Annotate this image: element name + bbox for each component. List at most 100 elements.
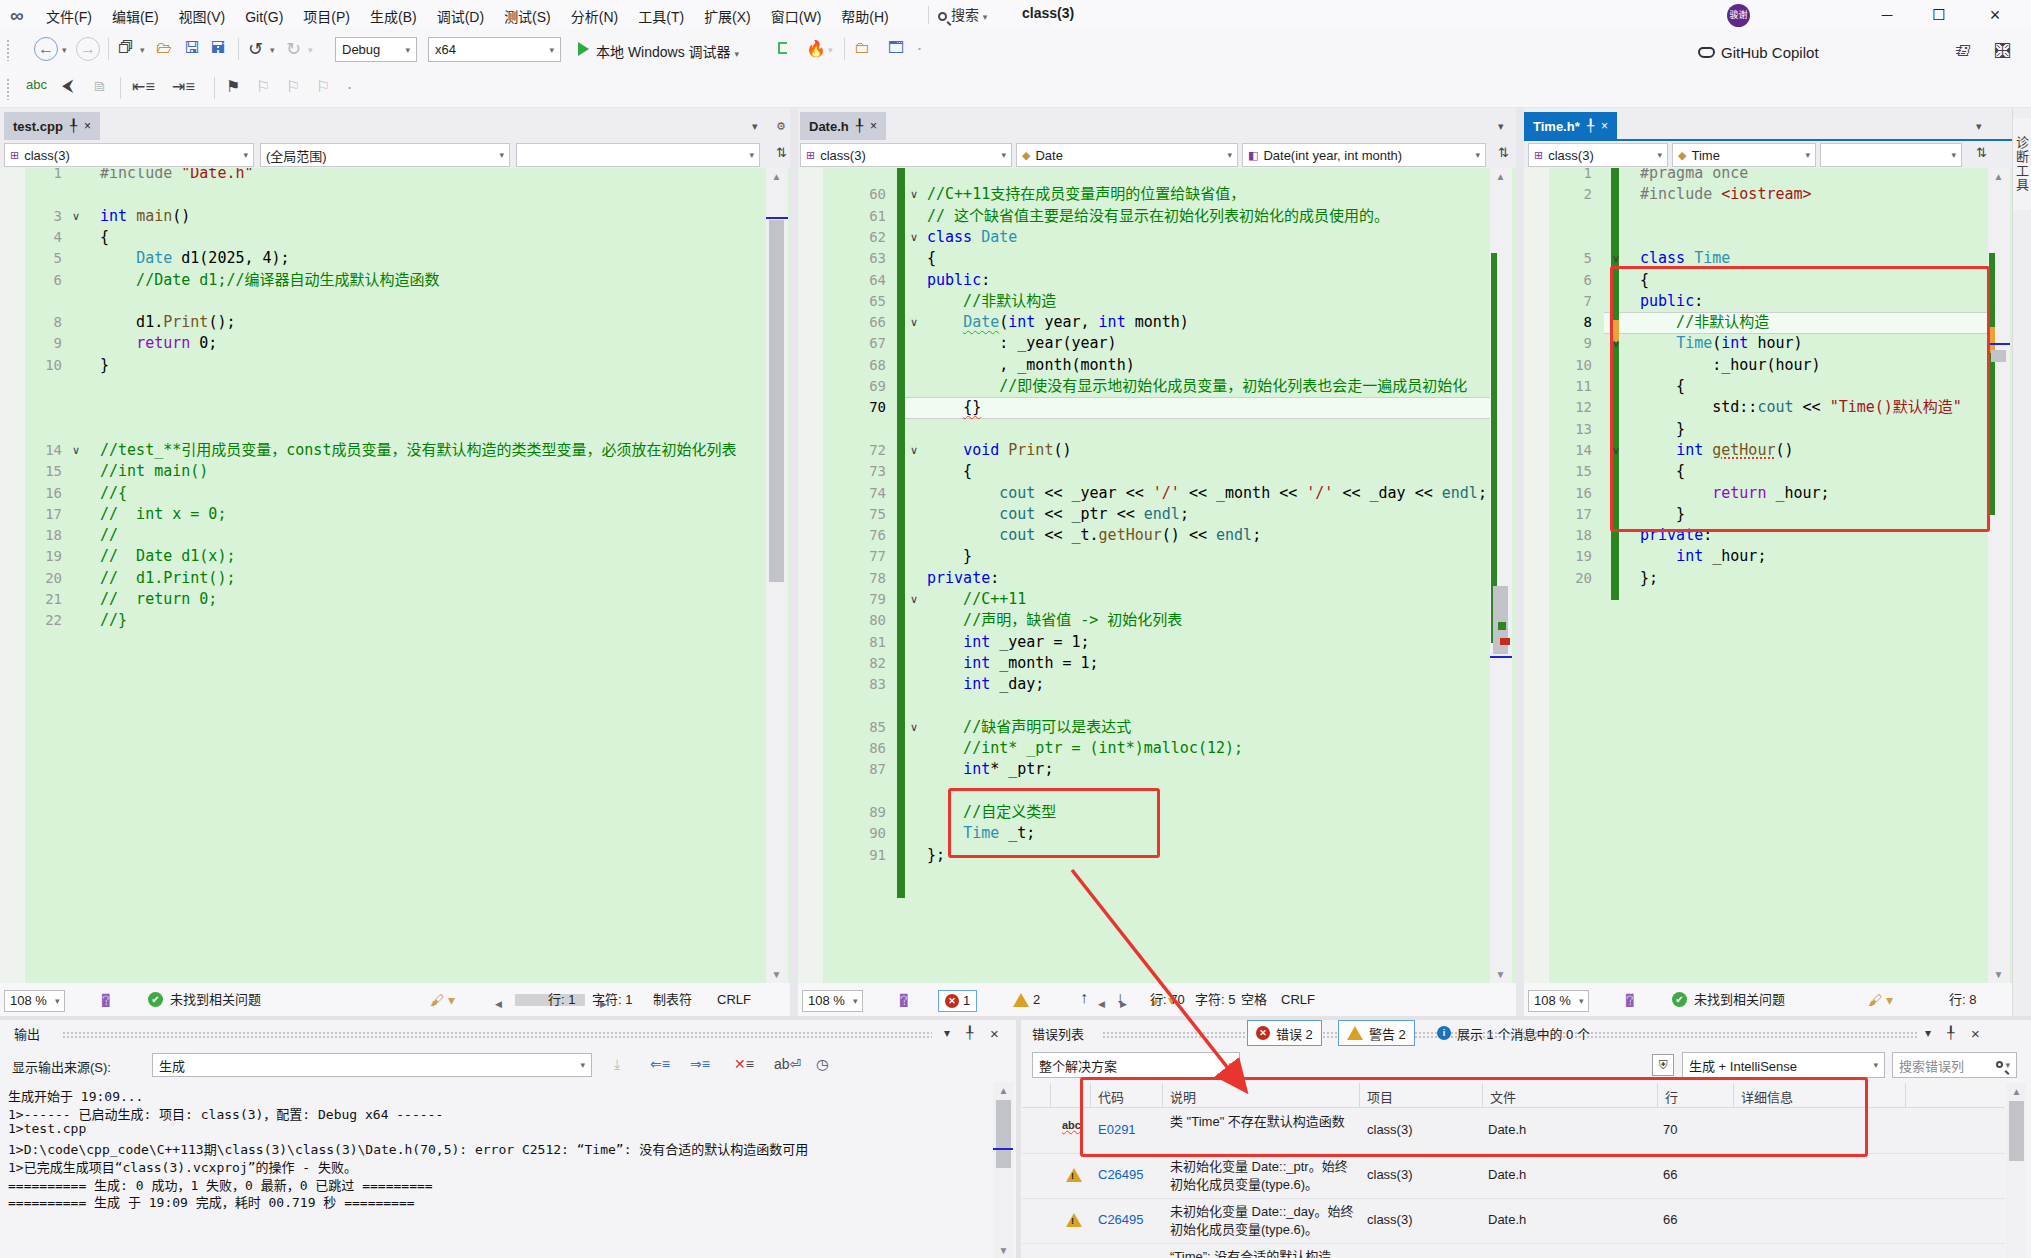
scroll-up-arrow[interactable]: ▲	[2010, 1086, 2023, 1097]
timestamp-icon[interactable]: ◷	[816, 1056, 828, 1072]
code-editor[interactable]: 60∨//C++11支持在成员变量声明的位置给缺省值，61// 这个缺省值主要是…	[798, 168, 1516, 983]
menu-2[interactable]: 编辑(E)	[102, 0, 169, 32]
fold-marker-icon[interactable]: ∨	[910, 227, 918, 248]
menu-13[interactable]: 帮助(H)	[831, 0, 898, 32]
zoom-level-dropdown[interactable]: 108 %▾	[802, 990, 863, 1012]
platform-dropdown[interactable]: x64▾	[428, 37, 561, 62]
feedback-icon[interactable]: 🙫	[1995, 42, 2011, 60]
menu-5[interactable]: 项目(P)	[293, 0, 360, 32]
split-window-icon[interactable]: ⇅	[1498, 145, 1509, 160]
scroll-down-arrow[interactable]: ▼	[1992, 969, 2005, 980]
members-dropdown[interactable]: (全局范围)▾	[260, 143, 510, 167]
previous-bookmark-button[interactable]: ⚐	[256, 77, 270, 96]
next-message-icon[interactable]: ⇒≡	[690, 1056, 710, 1072]
copilot-status[interactable]: GitHub Copilot	[1698, 40, 1819, 64]
split-window-icon[interactable]: ⇅	[776, 145, 787, 160]
menu-8[interactable]: 测试(S)	[494, 0, 561, 32]
fold-marker-icon[interactable]: ∨	[910, 312, 918, 333]
pane-splitter[interactable]	[790, 108, 798, 1016]
undo-button[interactable]: ↺	[248, 38, 263, 60]
panel-dropdown-icon[interactable]: ▾	[944, 1026, 950, 1040]
intellisense-icon[interactable]: 🯄	[1626, 990, 1634, 1010]
start-debugging-icon[interactable]	[578, 42, 589, 56]
scrollbar-thumb[interactable]	[769, 220, 784, 582]
scroll-left-arrow[interactable]: ◀	[495, 994, 502, 1014]
save-button[interactable]: 🖫	[184, 39, 200, 57]
signature-dropdown[interactable]: ▾	[516, 143, 760, 167]
pane-splitter[interactable]	[1516, 108, 1524, 1016]
next-bookmark-button[interactable]: ⚐	[286, 77, 300, 96]
prev-message-icon[interactable]: ⇐≡	[650, 1056, 670, 1072]
editor-scrollbar[interactable]: ▲▼	[766, 168, 788, 983]
intellisense-icon[interactable]: 🯄	[102, 990, 110, 1010]
search-error-list-input[interactable]: 搜索错误列 ▾	[1892, 1052, 2017, 1078]
gear-icon[interactable]: ⚙	[776, 120, 786, 133]
signature-dropdown[interactable]: ▾	[1820, 143, 1962, 167]
clear-all-icon[interactable]: ✕≡	[734, 1056, 754, 1072]
panel-close-icon[interactable]: ×	[990, 1025, 999, 1042]
source-filter-dropdown[interactable]: 生成 + IntelliSense▾	[1682, 1052, 1885, 1078]
hot-reload-button[interactable]: 🔥	[806, 39, 826, 58]
zoom-level-dropdown[interactable]: 108 %▾	[4, 990, 65, 1012]
output-source-dropdown[interactable]: 生成▾	[152, 1053, 592, 1077]
panel-pin-icon[interactable]: ╀	[966, 1026, 973, 1040]
new-project-dropdown[interactable]: ▾	[140, 45, 145, 55]
fold-marker-icon[interactable]: ∨	[910, 717, 918, 738]
scroll-up-arrow[interactable]: ▲	[1992, 171, 2005, 182]
panel-close-icon[interactable]: ×	[1971, 1025, 1980, 1042]
panel-dropdown-icon[interactable]: ▾	[1925, 1026, 1931, 1040]
menu-1[interactable]: 文件(F)	[36, 0, 102, 32]
pin-icon[interactable]: ╀	[70, 119, 77, 133]
new-project-button[interactable]: 🗇	[118, 39, 134, 57]
search-menu[interactable]: 搜索 ▾	[938, 4, 987, 26]
open-file-button[interactable]: 🗁	[156, 39, 172, 57]
find-in-files-button[interactable]: 🗀	[854, 39, 870, 57]
jump-to-output-icon[interactable]: ⤓	[614, 1056, 620, 1073]
filter-icon[interactable]: ⛨	[1652, 1054, 1674, 1076]
clear-bookmarks-button[interactable]: ⚐	[316, 77, 330, 96]
close-button[interactable]: ×	[1972, 0, 2018, 30]
error-code-link[interactable]: C26495	[1098, 1212, 1144, 1227]
members-dropdown[interactable]: ◆Time▾	[1672, 143, 1816, 167]
scroll-down-arrow[interactable]: ▼	[1494, 969, 1507, 980]
column-separator[interactable]	[1050, 1083, 1051, 1108]
output-log[interactable]: 生成开始于 19:09...1>------ 已启动生成: 项目: class(…	[0, 1082, 995, 1248]
select-mode-button[interactable]: ⮜	[62, 77, 73, 95]
solution-explorer-button[interactable]: 🗔	[888, 39, 904, 57]
fold-marker-icon[interactable]: ∨	[910, 184, 918, 205]
error-row[interactable]: !C26495未初始化变量 Date::_ptr。始终初始化成员变量(type.…	[1022, 1154, 2005, 1199]
error-list-scrollbar[interactable]: ▲	[2006, 1083, 2026, 1258]
output-scrollbar[interactable]: ▲ ▼	[993, 1082, 1013, 1258]
toolbar-grip[interactable]	[6, 78, 10, 100]
error-row[interactable]: ✕“Time”: 没有合适的默认构造	[1022, 1244, 2005, 1258]
tab-diagnostic-tools[interactable]: 诊断工具	[2013, 118, 2031, 210]
split-window-icon[interactable]: ⇅	[1976, 145, 1987, 160]
minimize-button[interactable]: ─	[1864, 0, 1910, 30]
types-dropdown[interactable]: ⊞class(3)▾	[800, 143, 1012, 167]
scrollbar-thumb[interactable]	[2009, 1101, 2024, 1161]
menu-7[interactable]: 调试(D)	[427, 0, 494, 32]
unindent-button[interactable]: ⇤≡	[132, 77, 155, 96]
types-dropdown[interactable]: ⊞class(3)▾	[1528, 143, 1668, 167]
redo-button[interactable]: ↻	[286, 38, 301, 60]
tab-Time.h*[interactable]: Time.h*╀×	[1524, 112, 1617, 140]
navigate-forward-button[interactable]: →	[76, 37, 100, 61]
prev-issue-arrow[interactable]: ↑	[1080, 988, 1088, 1008]
fold-marker-icon[interactable]: ∨	[910, 589, 918, 610]
word-wrap-icon[interactable]: ab⏎	[774, 1056, 801, 1072]
navigate-back-dropdown[interactable]: ▾	[62, 45, 67, 55]
code-cleanup-icon[interactable]: 🖌 ▾	[430, 990, 455, 1010]
scroll-down-arrow[interactable]: ▼	[770, 969, 783, 980]
tab-list-dropdown[interactable]: ▾	[1498, 120, 1504, 133]
menu-10[interactable]: 工具(T)	[628, 0, 694, 32]
toolbar-grip[interactable]	[6, 39, 10, 61]
scroll-down-arrow[interactable]: ▼	[997, 1245, 1010, 1256]
scope-dropdown[interactable]: 整个解决方案▾	[1032, 1052, 1240, 1078]
pin-icon[interactable]: ╀	[856, 119, 863, 133]
scrollbar-thumb[interactable]	[996, 1100, 1011, 1168]
redo-dropdown[interactable]: ▾	[308, 45, 313, 55]
start-debugging-button[interactable]: 本地 Windows 调试器 ▾	[596, 41, 739, 61]
panel-pin-icon[interactable]: ╀	[1947, 1026, 1954, 1040]
close-tab-icon[interactable]: ×	[1601, 119, 1608, 133]
scrollbar-thumb[interactable]	[1991, 350, 2006, 362]
